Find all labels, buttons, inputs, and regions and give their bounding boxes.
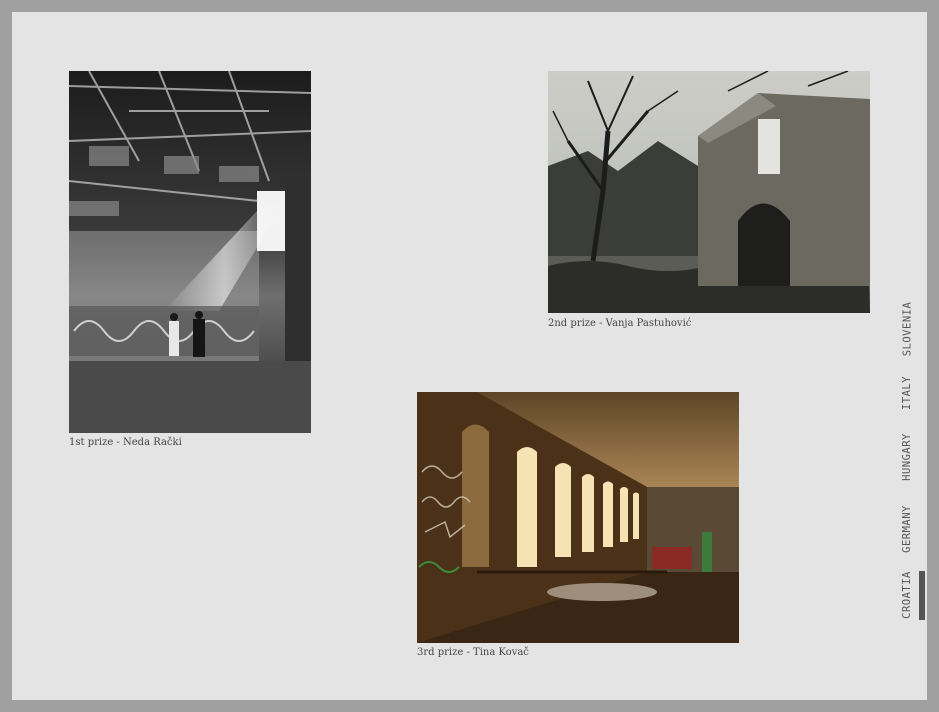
ruined-church-photo (548, 71, 870, 313)
tab-italy[interactable]: ITALY (892, 371, 922, 415)
country-tabs: SLOVENIA ITALY HUNGARY GERMANY CROATIA (892, 297, 928, 622)
caption-first-prize: 1st prize - Neda Rački (69, 437, 182, 448)
tab-germany[interactable]: GERMANY (892, 499, 922, 559)
photo-third-prize[interactable] (417, 392, 739, 643)
caption-third-prize: 3rd prize - Tina Kovač (417, 647, 529, 658)
tab-slovenia[interactable]: SLOVENIA (892, 297, 922, 361)
abandoned-hall-photo (69, 71, 311, 433)
tab-label: GERMANY (901, 505, 914, 553)
tab-label: CROATIA (901, 571, 914, 619)
arched-corridor-photo (417, 392, 739, 643)
photo-first-prize[interactable] (69, 71, 311, 433)
caption-second-prize: 2nd prize - Vanja Pastuhović (548, 318, 692, 329)
gallery-panel: 1st prize - Neda Rački 2nd prize - Vanja… (12, 12, 927, 700)
photo-second-prize[interactable] (548, 71, 870, 313)
tab-label: ITALY (901, 375, 914, 411)
tab-label: HUNGARY (901, 433, 914, 481)
tab-hungary[interactable]: HUNGARY (892, 427, 922, 487)
active-tab-indicator (919, 571, 925, 620)
tab-label: SLOVENIA (901, 301, 914, 357)
tab-croatia[interactable]: CROATIA (892, 569, 922, 621)
